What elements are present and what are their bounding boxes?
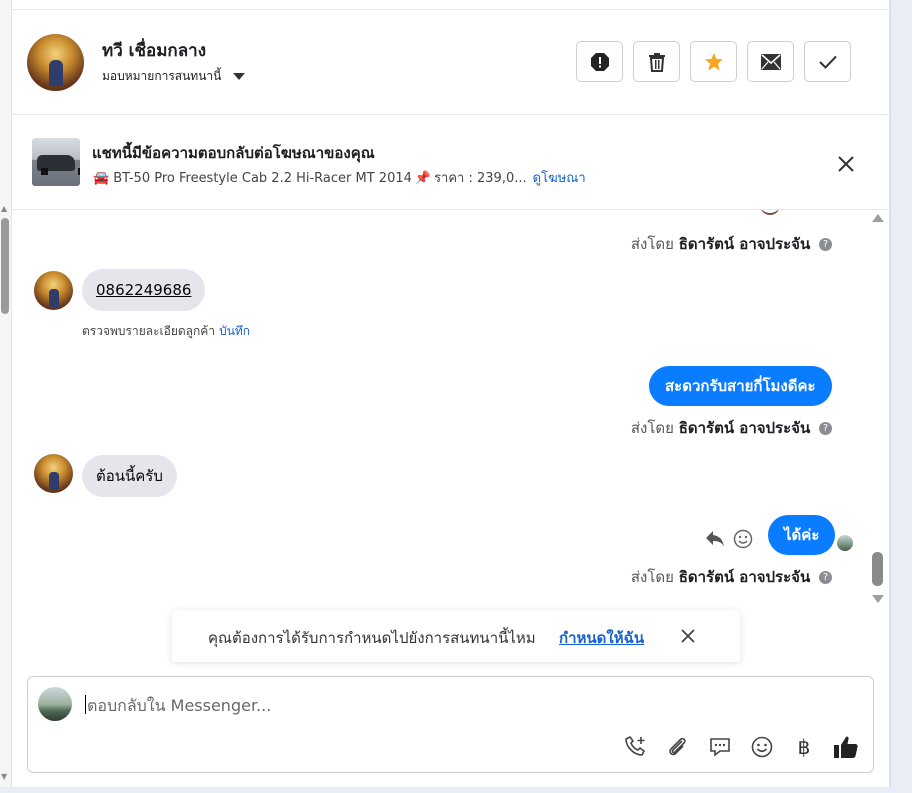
seen-avatar [837, 535, 853, 551]
incoming-message[interactable]: ต้อนนี้ครับ [82, 455, 177, 497]
mark-spam-button[interactable] [576, 41, 623, 82]
outer-scrollbar[interactable]: ▲ ▼ [0, 0, 12, 793]
ad-car-thumbnail[interactable] [32, 138, 80, 186]
outgoing-message[interactable]: สะดวกรับสายกี่โมงดีคะ [649, 366, 832, 406]
react-emoji-icon[interactable] [733, 529, 753, 549]
ad-listing-line: 🚘 BT-50 Pro Freestyle Cab 2.2 Hi-Racer MT… [93, 167, 586, 188]
delete-button[interactable] [633, 41, 680, 82]
ad-banner-title: แชทนี้มีข้อความตอบกลับต่อโฆษณาของคุณ [92, 144, 375, 162]
message-thread[interactable]: ส่งโดย ธิดารัตน์ อาจประจัน ? 0862249686 … [13, 210, 890, 610]
payment-button[interactable]: ฿ [790, 733, 818, 761]
outer-scroll-thumb[interactable] [1, 218, 9, 314]
paperclip-icon [669, 737, 686, 756]
right-edge [890, 0, 912, 793]
thread-scrollbar[interactable] [871, 210, 885, 610]
phone-plus-icon [625, 735, 646, 756]
assign-dropdown[interactable]: มอบหมายการสนทนานี้ [102, 67, 246, 86]
contact-avatar-small[interactable] [34, 271, 73, 310]
sent-by-prefix: ส่งโดย [630, 568, 674, 586]
message-composer: ฿ [27, 676, 874, 773]
partial-message [760, 210, 780, 215]
assign-prompt: คุณต้องการได้รับการกำหนดไปยังการสนทนานี้… [172, 610, 740, 662]
like-button[interactable] [832, 733, 860, 761]
sent-by-line: ส่งโดย ธิดารัตน์ อาจประจัน ? [631, 416, 832, 440]
sender-name: ธิดารัตน์ อาจประจัน [678, 235, 811, 253]
close-banner-button[interactable] [833, 151, 859, 177]
contact-avatar[interactable] [27, 34, 84, 91]
star-icon [704, 52, 723, 70]
save-details-link[interactable]: บันทึก [219, 324, 250, 338]
chevron-down-icon [233, 73, 246, 80]
incoming-message-phone[interactable]: 0862249686 [82, 269, 206, 311]
scroll-down-icon[interactable] [872, 595, 884, 603]
mark-done-button[interactable] [804, 41, 851, 82]
emoji-button[interactable] [748, 733, 776, 761]
user-avatar [38, 687, 72, 721]
sent-by-line: ส่งโดย ธิดารัตน์ อาจประจัน ? [631, 565, 832, 589]
ad-price: ราคา : 239,0... [434, 171, 527, 186]
close-icon [838, 156, 854, 172]
emoji-icon [751, 736, 773, 758]
bottom-edge [0, 787, 912, 793]
customer-details-note: ตรวจพบรายละเอียดลูกค้า บันทึก [82, 322, 250, 341]
sent-by-line: ส่งโดย ธิดารัตน์ อาจประจัน ? [631, 232, 832, 256]
call-button[interactable] [622, 733, 650, 761]
close-icon [681, 629, 695, 643]
sender-name: ธิดารัตน์ อาจประจัน [678, 419, 811, 437]
messenger-page: ▲ ▼ ทวี เชื่อมกลาง มอบหมายการสนทนานี้ แช… [0, 0, 912, 793]
check-icon [818, 55, 837, 69]
contact-avatar-small[interactable] [34, 454, 73, 493]
ad-reply-banner: แชทนี้มีข้อความตอบกลับต่อโฆษณาของคุณ 🚘 BT… [13, 115, 890, 210]
sent-by-prefix: ส่งโดย [630, 419, 674, 437]
reply-input[interactable] [87, 696, 587, 715]
detected-note-text: ตรวจพบรายละเอียดลูกค้า [82, 324, 216, 338]
thumbs-up-icon [834, 736, 858, 758]
info-icon[interactable]: ? [819, 571, 832, 584]
view-ad-link[interactable]: ดูโฆษณา [533, 171, 586, 186]
message-actions [705, 529, 753, 549]
spam-icon [590, 52, 609, 71]
conversation-header: ทวี เชื่อมกลาง มอบหมายการสนทนานี้ [13, 10, 890, 115]
contact-name[interactable]: ทวี เชื่อมกลาง [102, 37, 206, 64]
chat-bubble-icon [710, 738, 730, 757]
outgoing-message[interactable]: ได้ค่ะ [768, 515, 836, 555]
star-button[interactable] [690, 41, 737, 82]
header-actions [576, 41, 851, 82]
mark-unread-button[interactable] [747, 41, 794, 82]
conversation-panel: ทวี เชื่อมกลาง มอบหมายการสนทนานี้ แชทนี้… [13, 0, 890, 793]
saved-replies-button[interactable] [706, 733, 734, 761]
sent-by-prefix: ส่งโดย [630, 235, 674, 253]
outer-scroll-down-icon[interactable]: ▼ [1, 772, 7, 781]
car-icon: 🚘 [93, 171, 110, 186]
sender-name: ธิดารัตน์ อาจประจัน [678, 568, 811, 586]
info-icon[interactable]: ? [819, 422, 832, 435]
assign-prompt-text: คุณต้องการได้รับการกำหนดไปยังการสนทนานี้… [208, 629, 536, 647]
reply-icon[interactable] [705, 530, 725, 548]
assign-label: มอบหมายการสนทนานี้ [102, 69, 222, 83]
scroll-up-icon[interactable] [872, 214, 884, 222]
outer-scroll-up-icon[interactable]: ▲ [1, 204, 7, 213]
assign-to-me-link[interactable]: กำหนดให้ฉัน [559, 626, 644, 650]
thread-scroll-thumb[interactable] [872, 552, 883, 586]
info-icon[interactable]: ? [819, 238, 832, 251]
attach-button[interactable] [664, 733, 692, 761]
composer-tools: ฿ [622, 733, 860, 761]
trash-icon [648, 52, 665, 72]
text-cursor [85, 695, 86, 714]
envelope-icon [760, 53, 781, 70]
dismiss-prompt-button[interactable] [678, 626, 698, 646]
pin-icon: 📌 [414, 171, 432, 186]
baht-icon: ฿ [797, 735, 811, 759]
ad-listing-name: BT-50 Pro Freestyle Cab 2.2 Hi-Racer MT … [113, 171, 412, 186]
